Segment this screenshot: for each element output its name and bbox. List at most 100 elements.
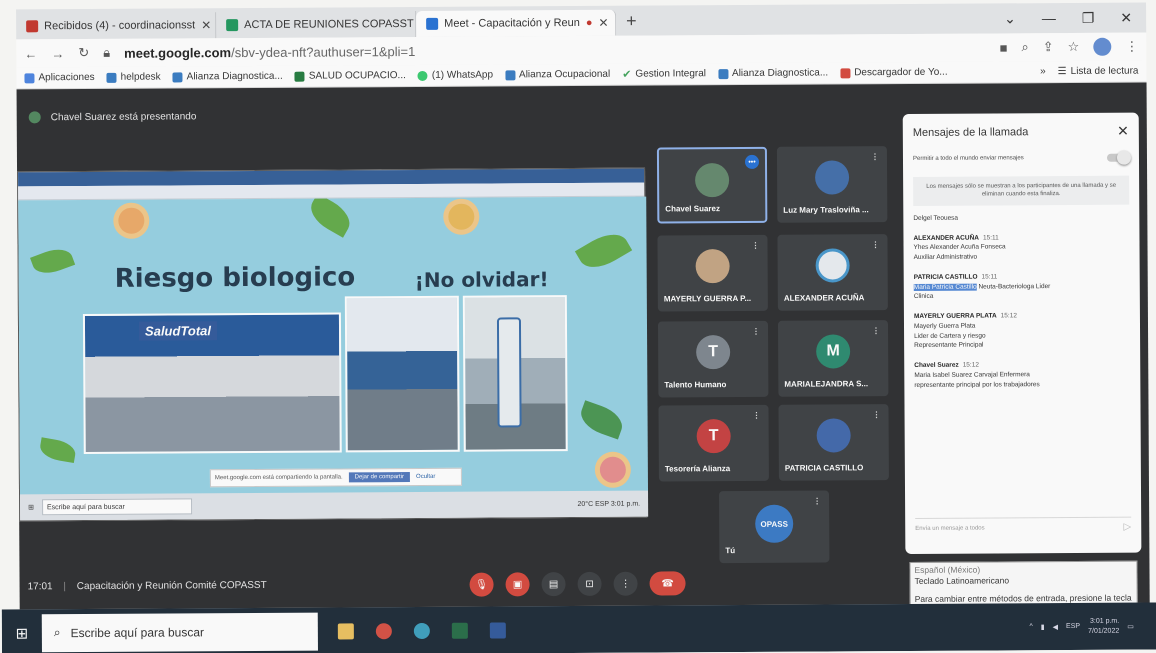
chat-message: Chavel Suarez 15:12 Maria Isabel Suarez C… [914, 360, 1130, 391]
menu-kebab-icon[interactable]: ⋮ [751, 241, 759, 250]
separator: | [63, 581, 67, 593]
tab-search-icon[interactable]: ⌄ [1004, 10, 1016, 27]
volume-icon[interactable]: ◀︎ [1053, 623, 1058, 631]
taskbar-search[interactable]: ⌕ Escribe aquí para buscar [41, 612, 318, 652]
ime-layout[interactable]: Teclado Latinoamericano [915, 574, 1133, 586]
menu-kebab-icon[interactable]: ⋮ [753, 411, 761, 420]
notifications-icon[interactable]: ▭ [1127, 622, 1134, 630]
participant-name: Talento Humano [664, 380, 727, 390]
profile-avatar[interactable] [1093, 37, 1112, 56]
bookmark-alianza-ocupacional[interactable]: Alianza Ocupacional [504, 68, 611, 81]
message-time: 15:11 [982, 233, 999, 242]
menu-kebab-icon[interactable]: ⋮ [1125, 39, 1138, 55]
edge-icon[interactable] [413, 622, 430, 639]
file-explorer-icon[interactable] [337, 622, 354, 639]
bookmark-aplicaciones[interactable]: Aplicaciones [24, 72, 95, 83]
chat-permission-toggle[interactable] [1106, 153, 1130, 162]
bookmark-whatsapp[interactable]: (1) WhatsApp [417, 70, 493, 81]
chat-header: Mensajes de la llamada ✕ [903, 113, 1139, 151]
bookmark-descargador[interactable]: Descargador de Yo... [840, 66, 948, 79]
selected-text[interactable]: Maria Patricia Castillo [913, 283, 977, 291]
participant-tile[interactable]: ••• Chavel Suarez [656, 146, 768, 224]
sender-name: ALEXANDER ACUÑA [913, 234, 979, 242]
mic-off-icon[interactable]: 🎙︎ [469, 572, 494, 597]
excel-icon[interactable] [451, 622, 468, 639]
captions-icon[interactable]: ▤ [541, 572, 566, 597]
bookmark-gestion-integral[interactable]: ✔ Gestion Integral [622, 67, 706, 81]
participant-avatar [815, 248, 850, 283]
participant-tile[interactable]: ⋮ Luz Mary Trasloviña ... [776, 146, 888, 223]
close-window-icon[interactable]: ✕ [1120, 10, 1132, 27]
network-icon[interactable]: ▮ [1041, 623, 1045, 631]
slide-title: Riesgo biologico [114, 262, 356, 294]
new-tab-button[interactable]: + [616, 11, 647, 36]
leaf-decoration [574, 226, 633, 276]
self-tile[interactable]: OPASS ⋮ Tú [719, 490, 830, 564]
participant-tile[interactable]: ⋮ PATRICIA CASTILLO [778, 404, 889, 481]
reading-list-button[interactable]: ☰ Lista de lectura [1058, 66, 1139, 77]
tray-chevron-icon[interactable]: ^ [1029, 623, 1032, 630]
present-screen-icon[interactable]: ⊡ [577, 571, 602, 597]
participant-tile[interactable]: ⋮ MAYERLY GUERRA P... [657, 234, 768, 312]
menu-kebab-icon[interactable]: ⋮ [813, 497, 821, 506]
bookmark-label: SALUD OCUPACIO... [308, 70, 406, 82]
forward-icon[interactable]: → [51, 46, 64, 61]
zoom-icon[interactable]: ⌕ [1021, 39, 1028, 55]
share-icon[interactable]: ⇪ [1043, 39, 1054, 55]
windows-taskbar: ⊞ ⌕ Escribe aquí para buscar ^ ▮ ◀︎ ESP … [1, 602, 1156, 653]
tab-gmail[interactable]: Recibidos (4) - coordinacionsst ✕ [16, 12, 217, 40]
camera-icon[interactable]: ■ [1000, 40, 1008, 55]
participant-name: Tesorería Alianza [664, 464, 731, 474]
reload-icon[interactable]: ↻ [78, 45, 89, 61]
system-tray: ^ ▮ ◀︎ ESP 3:01 p.m. 7/01/2022 ▭ [1029, 617, 1156, 636]
menu-kebab-icon[interactable]: ⋮ [871, 240, 879, 249]
tray-language[interactable]: ESP [1066, 623, 1080, 630]
slide-subtitle: ¡No olvidar! [414, 267, 549, 292]
participant-tile[interactable]: M ⋮ MARIALEJANDRA S... [777, 320, 889, 397]
chat-message: Delgel Teouesa [913, 212, 1129, 223]
tab-meet[interactable]: Meet - Capacitación y Reun ● ✕ [416, 9, 617, 37]
tab-acta-reuniones[interactable]: ACTA DE REUNIONES COPASST ✕ [216, 10, 417, 39]
chat-input[interactable]: Envía un mensaje a todos ▷ [915, 516, 1132, 538]
participant-tile[interactable]: ⋮ ALEXANDER ACUÑA [777, 234, 888, 311]
url-field[interactable]: meet.google.com/sbv-ydea-nft?authuser=1&… [124, 43, 415, 60]
chat-message: ALEXANDER ACUÑA 15:11 Yhes Alexander Acuñ… [913, 232, 1129, 263]
minimize-icon[interactable]: — [1042, 10, 1056, 27]
pinned-apps [337, 621, 506, 639]
close-tab-icon[interactable]: ✕ [598, 16, 608, 30]
menu-kebab-icon[interactable]: ⋮ [872, 326, 880, 335]
bookmark-alianza-diagnostica[interactable]: Alianza Diagnostica... [172, 71, 283, 83]
chat-title: Mensajes de la llamada [912, 125, 1029, 139]
restore-icon[interactable]: ❐ [1082, 10, 1095, 27]
back-icon[interactable]: ← [24, 46, 37, 61]
chat-input-placeholder: Envía un mensaje a todos [915, 525, 985, 532]
participant-tile[interactable]: T ⋮ Talento Humano [657, 320, 769, 398]
chrome-icon[interactable] [375, 622, 392, 639]
windows-start-icon[interactable]: ⊞ [2, 624, 42, 642]
word-icon[interactable] [489, 621, 506, 639]
tray-clock[interactable]: 3:01 p.m. 7/01/2022 [1088, 617, 1119, 635]
menu-kebab-icon[interactable]: ⋮ [871, 152, 879, 161]
more-options-icon[interactable]: ⋮ [613, 571, 638, 596]
menu-kebab-icon[interactable]: ⋮ [873, 410, 881, 419]
close-tab-icon[interactable]: ✕ [201, 18, 211, 32]
participant-tile[interactable]: T ⋮ Tesorería Alianza [658, 404, 769, 482]
bookmark-alianza-diagnostica-2[interactable]: Alianza Diagnostica... [717, 67, 828, 79]
camera-off-icon[interactable]: ▣ [505, 572, 530, 597]
bookmark-star-icon[interactable]: ☆ [1068, 39, 1080, 55]
menu-kebab-icon[interactable]: ⋮ [752, 327, 760, 336]
close-icon[interactable]: ✕ [1117, 123, 1129, 140]
bookmark-label: Alianza Ocupacional [518, 68, 611, 81]
gmail-icon [26, 20, 39, 33]
apps-grid-icon [24, 72, 35, 83]
hide-notice-button[interactable]: Ocultar [416, 474, 435, 480]
recording-icon: ● [585, 16, 593, 29]
bookmark-label: Descargador de Yo... [854, 66, 948, 79]
end-call-icon[interactable]: ☎︎ [649, 571, 686, 596]
send-icon[interactable]: ▷ [1123, 522, 1131, 533]
bookmark-helpdesk[interactable]: helpdesk [106, 72, 161, 83]
stop-sharing-button[interactable]: Dejar de compartir [348, 472, 411, 483]
more-bookmarks-button[interactable]: » [1040, 66, 1046, 77]
bookmark-salud-ocupacional[interactable]: SALUD OCUPACIO... [294, 70, 406, 82]
checkmark-icon: ✔ [622, 68, 632, 81]
